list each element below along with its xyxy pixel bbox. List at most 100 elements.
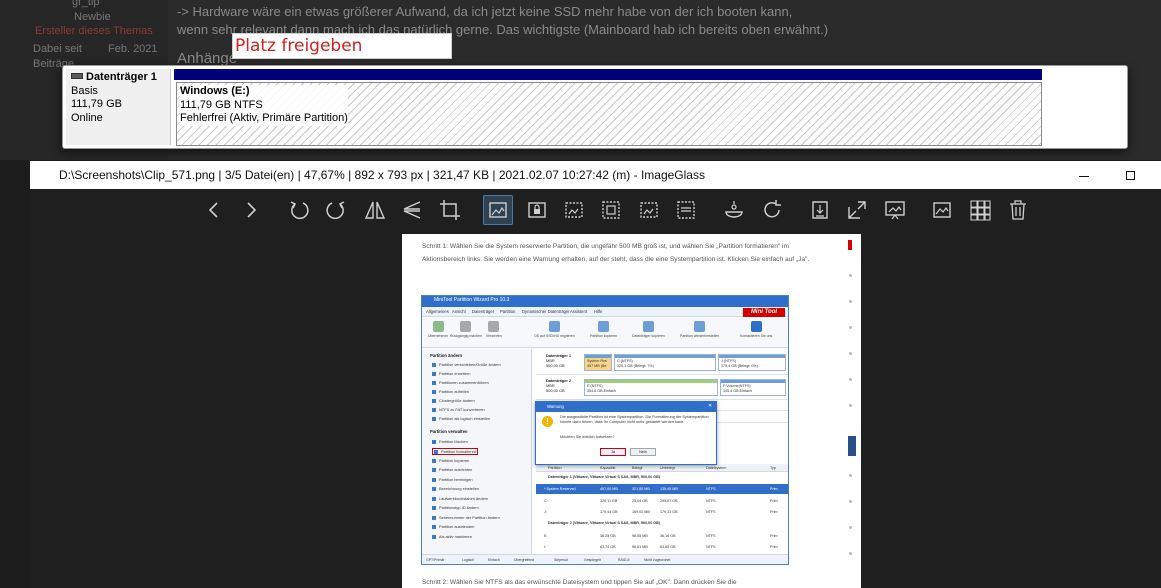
side-item: Seriennummer der Partition ändern	[432, 515, 500, 520]
warning-message: Die ausgewählte Partition ist eine Syste…	[560, 415, 709, 424]
title-bar[interactable]: D:\Screenshots\Clip_571.png | 3/5 Datei(…	[30, 161, 1161, 189]
partition-segment: F:Volume(NTFS) 145,4 GB,Einfach	[720, 379, 786, 396]
minitool-tool: Partition wiederherstellen	[680, 321, 719, 338]
copy-disk-icon	[642, 321, 654, 332]
minitool-menu-item: Dynamischer Datenträger	[522, 309, 570, 314]
minitool-tool: Rückgängig machen	[450, 321, 482, 338]
refresh-button[interactable]	[757, 195, 787, 225]
rotate-left-button[interactable]	[284, 195, 314, 225]
scale-to-fill-button[interactable]	[671, 195, 701, 225]
partition-segment: System Res 457 MB (Be	[584, 354, 612, 371]
minitool-menu-item: Partition	[500, 309, 516, 314]
strip-dot	[849, 474, 852, 477]
previous-image-button[interactable]	[199, 195, 229, 225]
side-item: Als aktiv markieren	[432, 534, 472, 539]
side-item: Partition löschen	[432, 439, 468, 444]
minitool-disk-row: Datenträger 1 MBR 500,00 GB System Res 457 …	[536, 351, 788, 375]
warning-dialog: Warnung ✕ ! Die ausgewählte Partition is…	[535, 401, 717, 465]
table-row: C: 320,11 GB 25,04 GB 295,07 GB NTFS Pri…	[544, 499, 778, 503]
side-item: Partition ausrichten	[432, 467, 472, 472]
warning-question: Möchten Sie wirklich fortsetzen?	[560, 435, 615, 439]
disk-status: Online	[71, 111, 103, 124]
minitool-tool: OS auf SSD/HD migrieren	[534, 321, 575, 338]
lock-zoom-button[interactable]	[522, 195, 552, 225]
grid-button[interactable]	[965, 195, 995, 225]
minitool-title: MiniTool Partition Wizard Pro 10.3	[434, 297, 510, 303]
set-wallpaper-button[interactable]	[880, 195, 910, 225]
chevron-left-icon	[208, 202, 218, 218]
warning-icon: !	[542, 416, 553, 427]
minitool-disk-row: Datenträger 2 MBR 500,00 GB E:(NTFS) 354,6 …	[536, 376, 788, 400]
side-item: Bezeichnung einstellen	[432, 486, 479, 491]
side-item: Partition verschieben/Größe ändern	[432, 362, 501, 367]
scale-to-width-button[interactable]	[559, 195, 589, 225]
next-page-strip	[828, 234, 861, 588]
set-wallpaper-icon	[885, 201, 905, 220]
scale-to-height-icon	[602, 201, 620, 219]
lock-zoom-icon	[528, 202, 546, 218]
side-header: Partition ändern	[430, 353, 463, 358]
auto-zoom-icon	[489, 202, 507, 218]
minitool-menu-item: Hilfe	[594, 309, 603, 314]
side-item: Partition kopieren	[432, 458, 469, 463]
toolbar	[30, 192, 1161, 232]
strip-red-mark	[848, 240, 852, 250]
side-item: Partition aufteilen	[432, 389, 469, 394]
disk-management-panel: Datenträger 1 Basis 111,79 GB Online Win…	[62, 65, 1128, 149]
partition-name: Windows (E:)	[180, 85, 348, 99]
forum-post-line: -> Hardware wäre ein etwas größerer Aufw…	[177, 4, 793, 19]
flip-horizontal-button[interactable]	[360, 195, 390, 225]
partition-segment: E:(NTFS) 354,6 GB,Einfach	[584, 379, 718, 396]
tooltip-text: Platz freigeben	[235, 36, 363, 56]
side-item: Partition als logisch einstellen	[432, 416, 490, 421]
forum-user-name[interactable]: gr_tip	[72, 0, 100, 8]
delete-button[interactable]	[1003, 195, 1033, 225]
document-step-1: Schritt 1: Wählen Sie die System reservi…	[422, 243, 810, 263]
minitool-screenshot: MiniTool Partition Wizard Pro 10.3 Allge…	[421, 295, 789, 565]
crop-button[interactable]	[435, 195, 465, 225]
warning-yes-button: Ja	[600, 448, 626, 456]
auto-zoom-button[interactable]	[483, 195, 513, 225]
scale-to-fill-icon	[677, 201, 695, 219]
scale-to-height-button[interactable]	[596, 195, 626, 225]
partition-segment: C:(NTFS) 320,1 GB (Belegt: 7%)	[614, 354, 716, 371]
thumbnail-bar-icon	[933, 202, 951, 218]
contact-icon	[750, 321, 762, 332]
maximize-icon	[1125, 171, 1135, 180]
partition-group-row: Datenträger 2 (VMware, VMware Virtual S …	[548, 521, 661, 525]
crop-icon	[440, 200, 460, 220]
side-item: Partitionen zusammenführen	[432, 380, 489, 385]
forum-user-rank: Newbie	[74, 11, 111, 23]
next-image-button[interactable]	[236, 195, 266, 225]
partition-block[interactable]: Windows (E:) 111,79 GB NTFS Fehlerfrei (…	[176, 82, 1042, 146]
minitool-action-pane: Partition ändern Partition verschieben/G…	[422, 349, 532, 554]
scale-to-fit-button[interactable]	[634, 195, 664, 225]
forum-joined-label: Dabei seit	[33, 43, 82, 55]
copy-partition-icon	[598, 321, 610, 332]
maximize-button[interactable]	[1120, 165, 1140, 185]
slideshow-icon	[725, 201, 743, 218]
minitool-menu-item: Datenträger	[472, 309, 495, 314]
minimize-icon	[1079, 175, 1089, 177]
table-row: *:System Reserved 457,00 MB 321,55 MB 13…	[536, 484, 788, 494]
document-step-2: Schritt 2: Wählen Sie NTFS als das erwün…	[422, 579, 737, 586]
warning-titlebar: Warnung ✕	[536, 402, 716, 412]
close-icon: ✕	[708, 403, 713, 409]
slideshow-button[interactable]	[719, 195, 749, 225]
partition-group-row: Datenträger 1 (VMware, VMware Virtual S …	[548, 475, 661, 479]
thumbnail-bar-button[interactable]	[927, 195, 957, 225]
rotate-right-button[interactable]	[321, 195, 351, 225]
disk-info[interactable]: Datenträger 1 Basis 111,79 GB Online	[66, 69, 171, 145]
minimize-button[interactable]	[1074, 165, 1094, 185]
forum-creator-badge: Ersteller dieses Themas	[35, 25, 153, 37]
open-with-button[interactable]	[805, 195, 835, 225]
table-row: I: 63,74 GB 96,81 MB 63,65 GB NTFS Prim	[544, 545, 778, 549]
minitool-menu-item: Allgemeines	[426, 309, 449, 314]
image-canvas[interactable]: Schritt 1: Wählen Sie die System reservi…	[30, 234, 1161, 588]
side-item: NTFS zu FAT konvertieren	[432, 407, 485, 412]
forum-joined-value: Feb. 2021	[108, 43, 158, 55]
flip-vertical-button[interactable]	[397, 195, 427, 225]
fullscreen-button[interactable]	[842, 195, 872, 225]
strip-dot	[849, 274, 852, 277]
refresh-icon	[764, 200, 781, 218]
